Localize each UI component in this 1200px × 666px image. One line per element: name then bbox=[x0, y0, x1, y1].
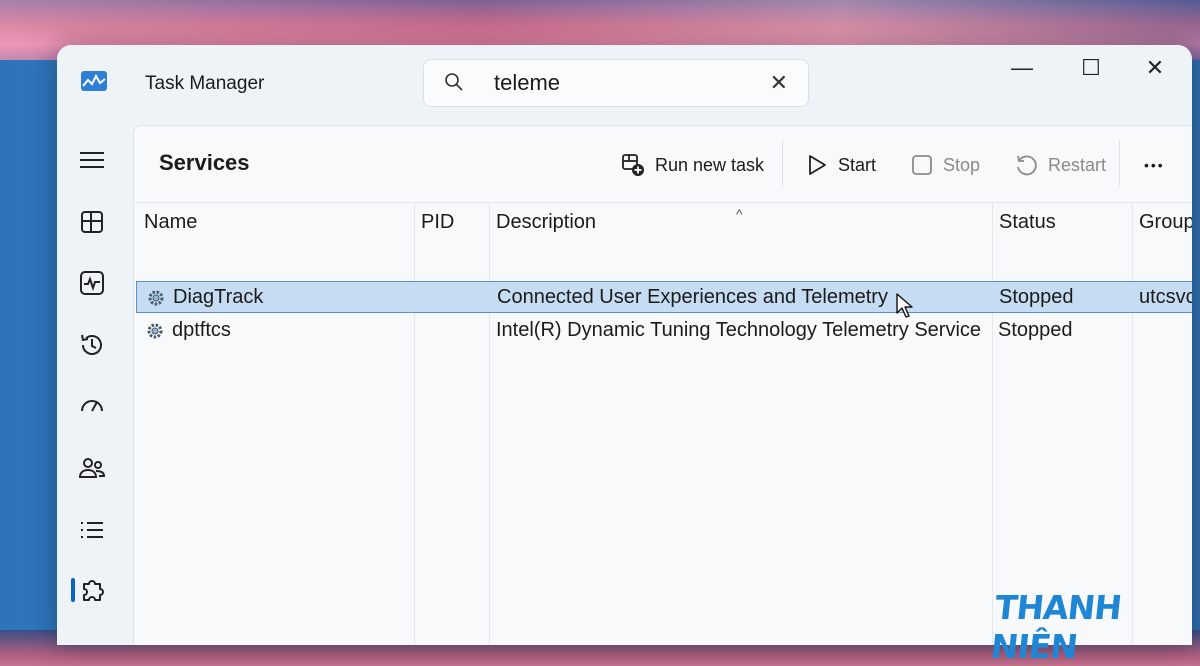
sidebar bbox=[57, 125, 133, 645]
title-bar: Task Manager teleme ✕ — ☐ ✕ bbox=[57, 45, 1192, 120]
restart-label: Restart bbox=[1048, 154, 1107, 175]
maximize-button[interactable]: ☐ bbox=[1066, 55, 1116, 95]
run-new-task-label: Run new task bbox=[655, 154, 765, 175]
service-description: Intel(R) Dynamic Tuning Technology Telem… bbox=[496, 319, 982, 341]
task-manager-window: Task Manager teleme ✕ — ☐ ✕ Services Run… bbox=[57, 45, 1192, 645]
service-name: DiagTrack bbox=[173, 286, 264, 308]
users-icon[interactable] bbox=[77, 453, 111, 487]
clear-search-icon[interactable]: ✕ bbox=[770, 70, 788, 96]
column-headers: Name PID Description Status Group bbox=[134, 202, 1192, 239]
page-title: Services bbox=[159, 150, 250, 175]
stop-button[interactable]: Stop bbox=[911, 150, 980, 180]
history-icon[interactable] bbox=[77, 330, 111, 364]
stop-icon bbox=[912, 155, 932, 175]
task-manager-app-icon bbox=[81, 71, 107, 91]
column-divider bbox=[414, 202, 415, 645]
search-box[interactable]: teleme ✕ bbox=[423, 59, 809, 107]
mouse-cursor-icon bbox=[896, 293, 913, 318]
start-label: Start bbox=[838, 154, 877, 175]
column-group[interactable]: Group bbox=[1139, 211, 1192, 234]
list-icon[interactable] bbox=[77, 515, 111, 549]
table-row[interactable]: DiagTrack Connected User Experiences and… bbox=[136, 281, 1192, 313]
service-status: Stopped bbox=[999, 286, 1074, 308]
column-divider bbox=[1132, 202, 1133, 645]
active-indicator bbox=[71, 578, 75, 602]
puzzle-icon[interactable] bbox=[77, 575, 111, 609]
play-icon bbox=[809, 155, 826, 175]
service-group: utcsvc bbox=[1139, 286, 1192, 308]
minimize-button[interactable]: — bbox=[997, 55, 1047, 95]
hamburger-icon[interactable] bbox=[77, 145, 111, 179]
restart-button[interactable]: Restart bbox=[1014, 150, 1106, 180]
column-pid[interactable]: PID bbox=[421, 211, 454, 234]
service-status: Stopped bbox=[998, 319, 1073, 341]
toolbar-divider bbox=[782, 140, 783, 186]
column-divider bbox=[489, 202, 490, 645]
run-new-task-button[interactable]: Run new task bbox=[621, 150, 764, 180]
table-row[interactable]: dptftcs Intel(R) Dynamic Tuning Technolo… bbox=[136, 315, 1192, 347]
service-gear-icon bbox=[148, 290, 164, 306]
service-description: Connected User Experiences and Telemetry bbox=[497, 286, 888, 308]
column-status[interactable]: Status bbox=[999, 211, 1056, 234]
restart-icon bbox=[1017, 155, 1037, 176]
search-icon bbox=[445, 73, 463, 91]
speedometer-icon[interactable] bbox=[77, 391, 111, 425]
window-title: Task Manager bbox=[145, 73, 265, 94]
toolbar-divider bbox=[1119, 140, 1120, 186]
column-name[interactable]: Name bbox=[144, 211, 197, 234]
column-description[interactable]: Description bbox=[496, 211, 596, 234]
close-button[interactable]: ✕ bbox=[1130, 55, 1180, 95]
run-new-task-icon bbox=[622, 154, 644, 176]
sort-ascending-icon: ^ bbox=[736, 206, 743, 222]
search-input[interactable]: teleme bbox=[494, 70, 560, 96]
stop-label: Stop bbox=[943, 154, 981, 175]
more-options-button[interactable]: ••• bbox=[1144, 150, 1165, 180]
performance-icon[interactable] bbox=[77, 268, 111, 302]
processes-icon[interactable] bbox=[77, 207, 111, 241]
start-button[interactable]: Start bbox=[806, 150, 876, 180]
services-panel: Services Run new task Start Stop Restart… bbox=[133, 125, 1192, 645]
watermark-logo: THANH NIÊN bbox=[988, 588, 1124, 666]
service-gear-icon bbox=[147, 323, 163, 339]
service-name: dptftcs bbox=[172, 319, 231, 341]
column-divider bbox=[992, 202, 993, 645]
